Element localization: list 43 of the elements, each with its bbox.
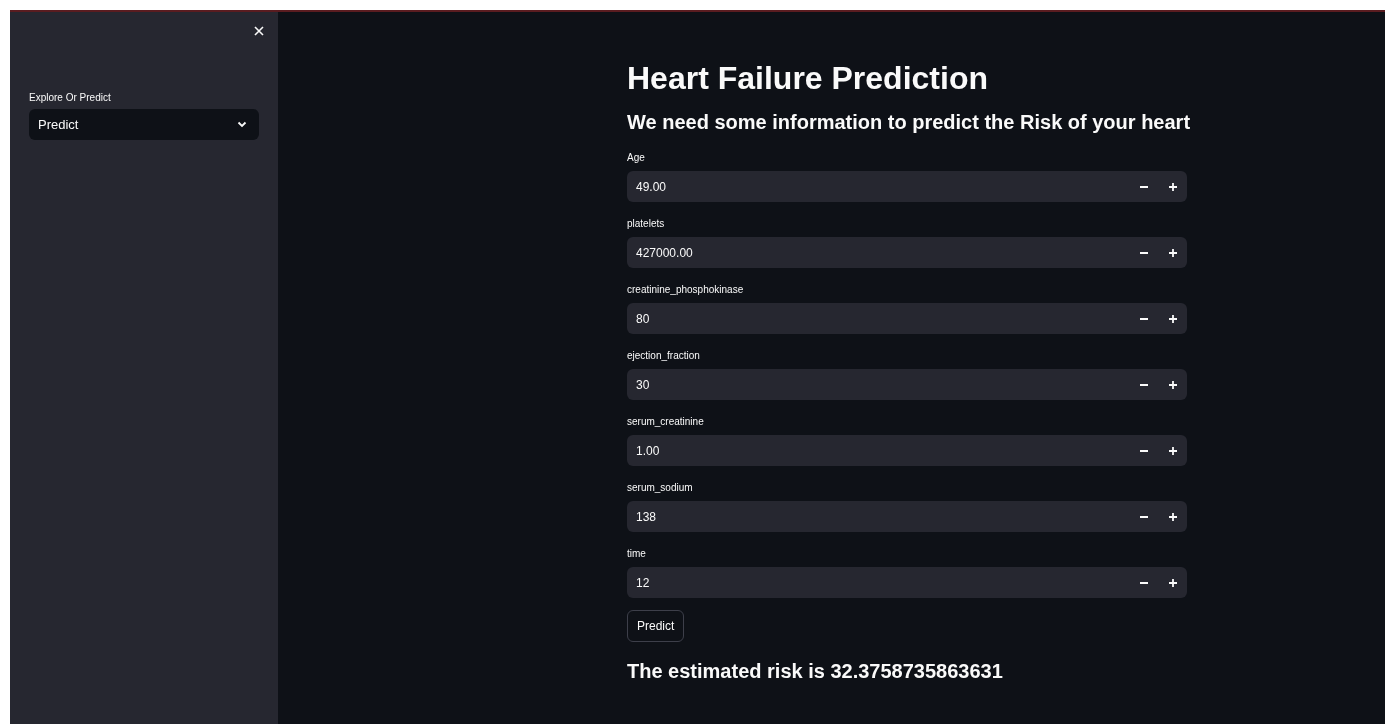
plus-icon [1168, 314, 1177, 323]
increment-button[interactable] [1158, 435, 1187, 466]
minus-icon [1139, 251, 1148, 254]
number-field[interactable]: 49.00 [627, 171, 1129, 202]
field-label: serum_sodium [627, 481, 694, 495]
field-label: Age [627, 151, 646, 165]
minus-icon [1139, 317, 1148, 320]
field-label: creatinine_phosphokinase [627, 283, 745, 297]
minus-icon [1139, 581, 1148, 584]
increment-button[interactable] [1158, 171, 1187, 202]
number-field[interactable]: 30 [627, 369, 1129, 400]
plus-icon [1168, 512, 1177, 521]
increment-button[interactable] [1158, 237, 1187, 268]
field-label: time [627, 547, 647, 561]
field-label: platelets [627, 217, 666, 231]
plus-icon [1168, 578, 1177, 587]
number-field[interactable]: 427000.00 [627, 237, 1129, 268]
minus-icon [1139, 185, 1148, 188]
plus-icon [1168, 248, 1177, 257]
minus-icon [1139, 383, 1148, 386]
field-label: ejection_fraction [627, 349, 701, 363]
number-field[interactable]: 80 [627, 303, 1129, 334]
increment-button[interactable] [1158, 567, 1187, 598]
close-icon [254, 26, 264, 36]
result-text: The estimated risk is 32.3758735863631 [627, 660, 1004, 683]
number-field[interactable]: 1.00 [627, 435, 1129, 466]
chevron-down-icon [237, 121, 247, 128]
number-field[interactable]: 138 [627, 501, 1129, 532]
page-title: Heart Failure Prediction [627, 59, 989, 98]
close-button[interactable] [252, 24, 266, 38]
number-field[interactable]: 12 [627, 567, 1129, 598]
field-label: serum_creatinine [627, 415, 705, 429]
increment-button[interactable] [1158, 369, 1187, 400]
plus-icon [1168, 182, 1177, 191]
increment-button[interactable] [1158, 501, 1187, 532]
predict-button[interactable]: Predict [627, 610, 685, 642]
plus-icon [1168, 446, 1177, 455]
minus-icon [1139, 515, 1148, 518]
dropdown-select[interactable]: Predict [29, 109, 259, 140]
select-label: Explore Or Predict [29, 92, 112, 103]
increment-button[interactable] [1158, 303, 1187, 334]
minus-icon [1139, 449, 1148, 452]
plus-icon [1168, 380, 1177, 389]
